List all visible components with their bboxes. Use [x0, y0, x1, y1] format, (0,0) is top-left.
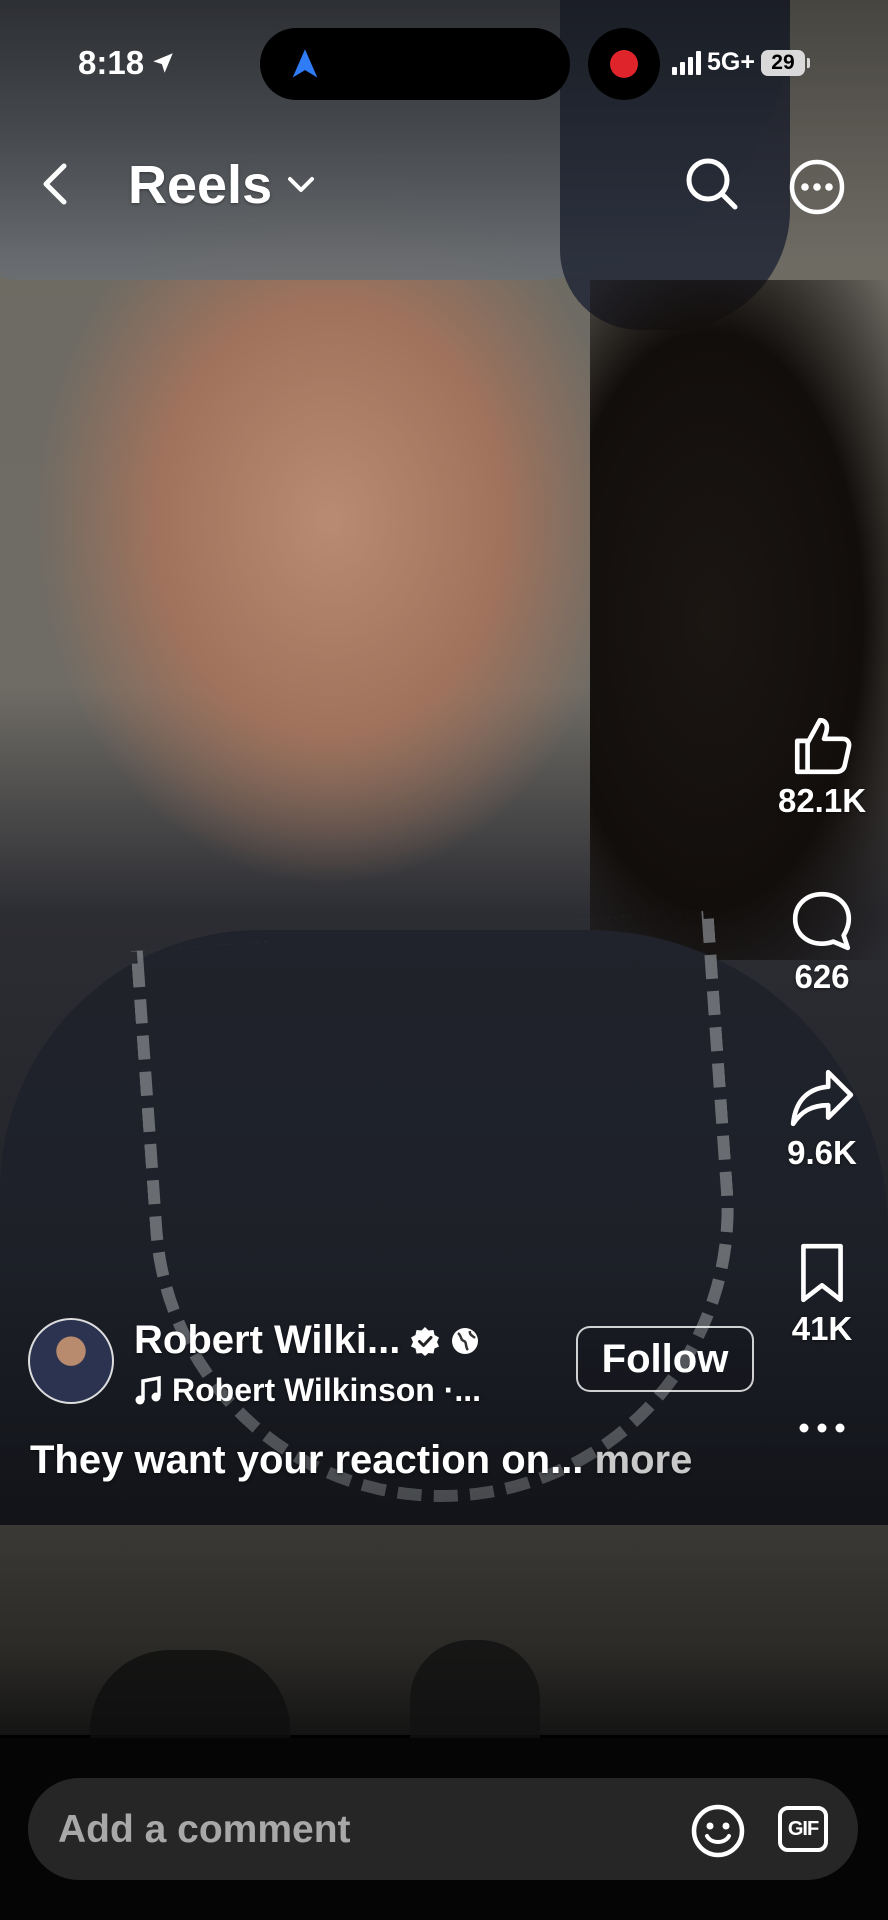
- chevron-down-icon: [288, 177, 315, 192]
- comment-placeholder: Add a comment: [58, 1808, 351, 1851]
- more-options-icon[interactable]: [788, 158, 846, 216]
- comment-button[interactable]: 626: [762, 888, 882, 996]
- location-arrow-icon: [153, 53, 173, 73]
- post-caption[interactable]: They want your reaction on... more: [30, 1438, 692, 1483]
- author-row: Robert Wilki...: [134, 1318, 480, 1363]
- battery-icon: 29: [760, 49, 810, 76]
- status-time-text: 8:18: [78, 44, 145, 81]
- thumbs-up-icon: [794, 717, 852, 775]
- recording-indicator: [588, 28, 660, 100]
- audio-track[interactable]: Robert Wilkinson ·...: [134, 1372, 481, 1409]
- globe-icon: [452, 1327, 479, 1354]
- music-note-icon: [135, 1375, 161, 1404]
- reel-options-button[interactable]: [762, 1418, 882, 1438]
- save-button[interactable]: 41K: [762, 1240, 882, 1348]
- share-arrow-icon: [790, 1069, 854, 1127]
- caption-more-link[interactable]: more: [595, 1438, 693, 1482]
- gif-label: GIF: [787, 1817, 819, 1840]
- verified-badge-icon: [411, 1326, 440, 1356]
- like-count: 82.1K: [777, 782, 867, 819]
- audio-title: Robert Wilkinson ·...: [172, 1372, 482, 1408]
- dynamic-island: [260, 28, 570, 100]
- follow-label: Follow: [601, 1336, 729, 1381]
- caption-text: They want your reaction on...: [30, 1438, 584, 1482]
- avatar[interactable]: [28, 1318, 114, 1404]
- next-reel-shape: [410, 1640, 540, 1740]
- battery-level: 29: [771, 50, 795, 74]
- status-indicators: 5G+ 29: [672, 48, 810, 77]
- save-count: 41K: [791, 1310, 853, 1347]
- comment-count: 626: [794, 958, 850, 995]
- username[interactable]: Robert Wilki...: [134, 1318, 400, 1363]
- share-count: 9.6K: [787, 1134, 857, 1171]
- video-subject-hair: [590, 280, 888, 960]
- status-time: 8:18: [78, 44, 176, 82]
- like-button[interactable]: 82.1K: [762, 712, 882, 820]
- bookmark-icon: [801, 1243, 843, 1303]
- more-dots-icon: [799, 1423, 845, 1433]
- navigation-arrow-icon: [292, 49, 318, 78]
- emoji-icon[interactable]: [690, 1803, 746, 1859]
- follow-button[interactable]: Follow: [576, 1326, 754, 1392]
- reels-title-dropdown[interactable]: Reels: [128, 154, 316, 216]
- page-title: Reels: [128, 155, 273, 215]
- share-button[interactable]: 9.6K: [762, 1064, 882, 1172]
- search-icon[interactable]: [684, 156, 740, 212]
- network-type: 5G+: [707, 48, 755, 76]
- chevron-left-icon[interactable]: [38, 160, 72, 208]
- recording-dot: [610, 50, 638, 78]
- comment-bubble-icon: [792, 891, 852, 951]
- signal-bars-icon: [672, 50, 701, 75]
- gif-button[interactable]: GIF: [778, 1806, 828, 1852]
